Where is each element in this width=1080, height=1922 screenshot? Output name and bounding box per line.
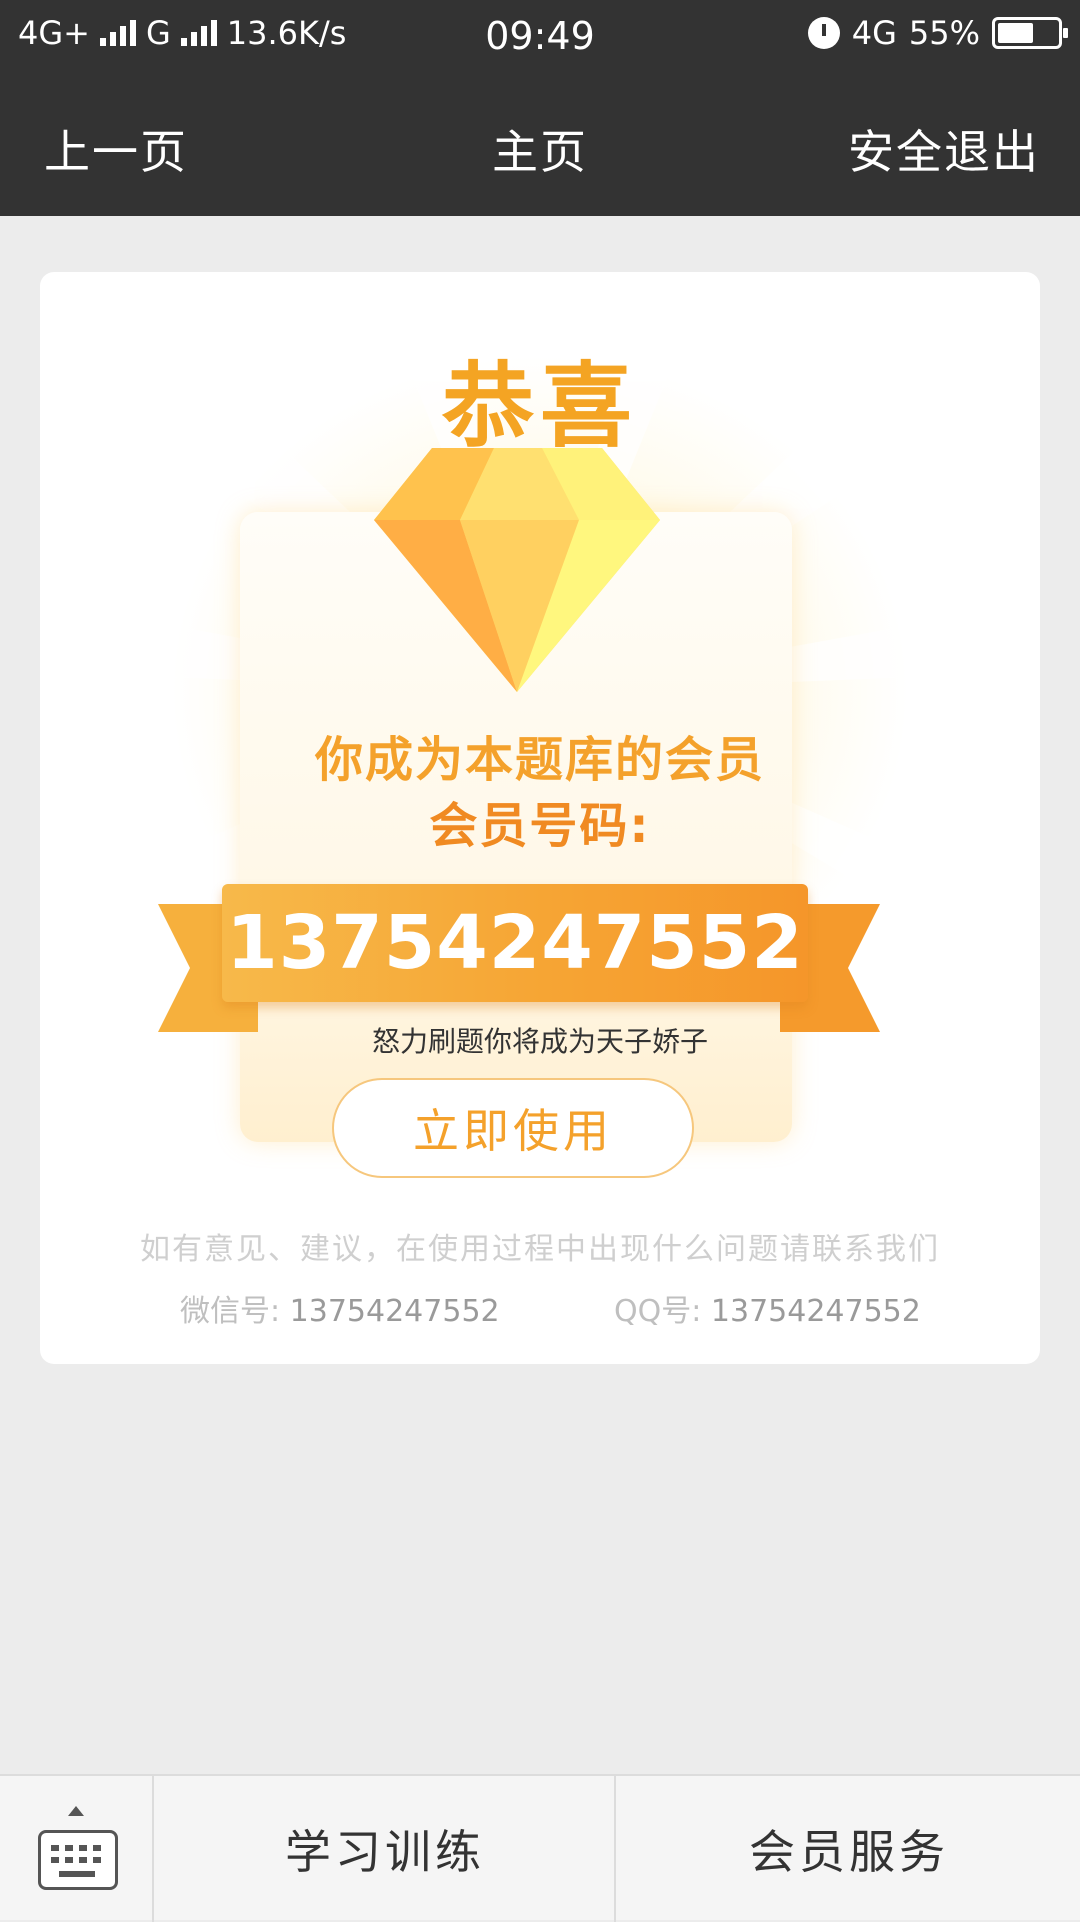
member-number: 13754247552 bbox=[226, 900, 804, 986]
logout-link[interactable]: 安全退出 bbox=[848, 116, 1040, 182]
wechat-value: 13754247552 bbox=[289, 1294, 500, 1329]
wechat-contact: 微信号: 13754247552 bbox=[180, 1286, 500, 1330]
bottom-tab-bar: 学习训练 会员服务 bbox=[0, 1774, 1080, 1922]
congrats-title: 恭喜 bbox=[441, 353, 638, 460]
battery-level: 55% bbox=[908, 14, 980, 52]
back-link[interactable]: 上一页 bbox=[44, 116, 188, 182]
battery-icon bbox=[992, 17, 1068, 49]
keyboard-icon bbox=[38, 1830, 118, 1890]
wechat-label: 微信号: bbox=[180, 1294, 281, 1329]
use-now-button[interactable]: 立即使用 bbox=[332, 1078, 694, 1178]
member-number-label: 会员号码: bbox=[429, 798, 651, 854]
diamond-icon bbox=[374, 448, 660, 692]
network-type-right: 4G bbox=[851, 14, 897, 52]
member-number-ribbon: 13754247552 bbox=[222, 884, 808, 1002]
status-bar: 4G+ G 13.6K/s 09:49 4G 55% bbox=[0, 0, 1080, 72]
contact-note: 如有意见、建议，在使用过程中出现什么问题请联系我们 bbox=[140, 1232, 940, 1267]
keyboard-toggle-button[interactable] bbox=[0, 1776, 154, 1922]
motto-text: 怒力刷题你将成为天子娇子 bbox=[371, 1025, 708, 1058]
status-right: 4G 55% bbox=[807, 14, 1068, 52]
nav-bar: 上一页 主页 安全退出 bbox=[0, 72, 1080, 216]
qq-label: QQ号: bbox=[614, 1294, 702, 1329]
alarm-icon bbox=[807, 17, 840, 49]
tab-study-training[interactable]: 学习训练 bbox=[156, 1776, 616, 1922]
tab-member-service[interactable]: 会员服务 bbox=[618, 1776, 1080, 1922]
qq-contact: QQ号: 13754247552 bbox=[614, 1286, 921, 1330]
home-link[interactable]: 主页 bbox=[492, 125, 588, 179]
qq-value: 13754247552 bbox=[710, 1294, 921, 1329]
caret-up-icon bbox=[68, 1806, 84, 1816]
membership-card: 恭喜 你成为本题库的会员 会员号码: 13754247552 怒力刷题你将成为天… bbox=[40, 272, 1040, 1364]
member-status-text: 你成为本题库的会员 bbox=[314, 732, 765, 788]
